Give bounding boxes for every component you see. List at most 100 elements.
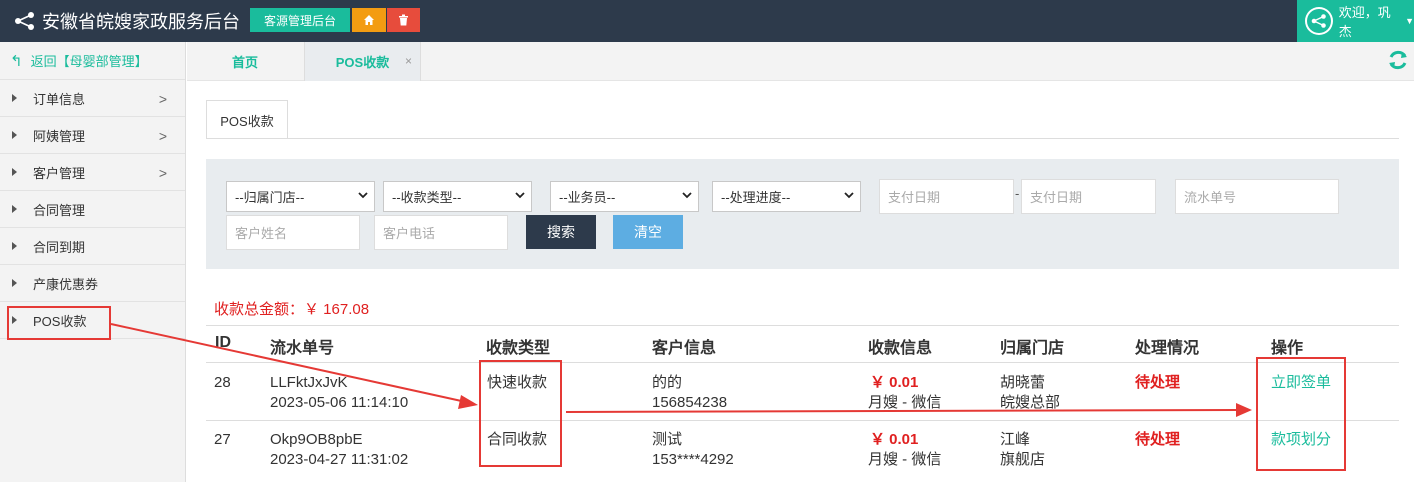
cell-status: 待处理 xyxy=(1135,431,1181,448)
tab-close-icon[interactable]: × xyxy=(405,54,412,68)
sidebar: ↰ 返回【母婴部管理】 订单信息 > 阿姨管理 > 客户管理 > 合同管理 合同到期 … xyxy=(0,42,186,482)
user-avatar xyxy=(1305,7,1333,35)
sales-select-value: --业务员-- xyxy=(559,190,616,205)
col-header-type: 收款类型 xyxy=(486,340,551,357)
cell-time: 2023-04-27 11:31:02 xyxy=(270,451,409,468)
cell-pay-info: 月嫂 - 微信 xyxy=(868,394,942,411)
cell-store-name: 皖嫂总部 xyxy=(1000,394,1061,411)
share-icon xyxy=(15,12,34,30)
back-link-label: 返回【母婴部管理】 xyxy=(30,54,148,69)
sidebar-item-label: 合同管理 xyxy=(33,202,86,218)
cell-pay-info: 月嫂 - 微信 xyxy=(868,451,942,468)
col-header-status: 处理情况 xyxy=(1135,340,1200,357)
total-amount: 收款总金额：￥ 167.08 xyxy=(214,301,370,318)
cell-amount: ￥ 0.01 xyxy=(870,374,919,391)
customer-name-input[interactable]: 客户姓名 xyxy=(226,215,360,250)
top-header: 安徽省皖嫂家政服务后台 客源管理后台 欢迎，巩杰 ▼ xyxy=(0,0,1414,42)
annotation-box-type xyxy=(479,360,562,467)
table-divider xyxy=(206,362,1399,363)
date-from-input[interactable]: 支付日期 xyxy=(879,179,1014,214)
cell-customer-name: 的的 xyxy=(652,374,683,391)
sidebar-item-customers[interactable]: 客户管理 > xyxy=(0,154,185,191)
type-select[interactable]: --收款类型-- xyxy=(383,181,532,212)
refresh-icon[interactable] xyxy=(1386,48,1410,72)
chevron-down-icon xyxy=(844,192,854,199)
cell-customer-phone: 156854238 xyxy=(652,394,728,411)
caret-right-icon xyxy=(12,279,17,287)
chevron-down-icon xyxy=(515,192,525,199)
source-admin-button[interactable]: 客源管理后台 xyxy=(250,8,350,32)
inner-tab-pos[interactable]: POS收款 xyxy=(206,100,288,139)
tab-bar: 首页 POS收款 × xyxy=(187,42,1414,81)
share-icon xyxy=(1311,14,1326,28)
sidebar-item-label: 订单信息 xyxy=(33,91,86,107)
customer-phone-input[interactable]: 客户电话 xyxy=(374,215,508,250)
delete-button[interactable] xyxy=(387,8,420,32)
welcome-text: 欢迎，巩杰 xyxy=(1338,5,1391,39)
app-title: 安徽省皖嫂家政服务后台 xyxy=(42,12,240,32)
col-header-store: 归属门店 xyxy=(1000,340,1065,357)
cell-store-person: 江峰 xyxy=(1000,431,1031,448)
back-link[interactable]: ↰ 返回【母婴部管理】 xyxy=(0,42,185,80)
caret-right-icon xyxy=(12,205,17,213)
cell-customer-name: 测试 xyxy=(652,431,683,448)
home-icon xyxy=(364,15,374,25)
filter-panel xyxy=(206,159,1399,269)
caret-right-icon xyxy=(12,131,17,139)
annotation-arrowhead-1 xyxy=(458,395,478,409)
caret-down-icon: ▼ xyxy=(1405,16,1414,26)
sidebar-item-contracts[interactable]: 合同管理 xyxy=(0,191,185,228)
cell-store-name: 旗舰店 xyxy=(1000,451,1046,468)
cell-store-person: 胡晓蕾 xyxy=(1000,374,1046,391)
col-header-action: 操作 xyxy=(1271,340,1304,357)
home-button[interactable] xyxy=(352,8,386,32)
chevron-down-icon xyxy=(358,192,368,199)
chevron-right-icon: > xyxy=(158,128,167,144)
annotation-box-action xyxy=(1256,357,1346,471)
sidebar-item-label: 合同到期 xyxy=(33,239,86,255)
sales-select[interactable]: --业务员-- xyxy=(550,181,699,212)
sidebar-item-orders[interactable]: 订单信息 > xyxy=(0,80,185,117)
chevron-right-icon: > xyxy=(158,165,167,181)
cell-id: 28 xyxy=(214,374,231,391)
caret-right-icon xyxy=(12,242,17,250)
sidebar-item-coupons[interactable]: 产康优惠券 xyxy=(0,265,185,302)
trash-icon xyxy=(399,14,408,26)
cell-id: 27 xyxy=(214,431,231,448)
sidebar-item-label: 产康优惠券 xyxy=(33,276,99,292)
caret-right-icon xyxy=(12,168,17,176)
col-header-id: ID xyxy=(215,334,231,351)
sidebar-item-nanny[interactable]: 阿姨管理 > xyxy=(0,117,185,154)
serial-input[interactable]: 流水单号 xyxy=(1175,179,1339,214)
cell-customer-phone: 153****4292 xyxy=(652,451,734,468)
reply-icon: ↰ xyxy=(10,52,23,70)
annotation-arrowhead-2 xyxy=(1236,403,1252,417)
col-header-customer: 客户信息 xyxy=(652,340,717,357)
store-select-value: --归属门店-- xyxy=(235,190,305,205)
clear-button[interactable]: 清空 xyxy=(613,215,683,249)
sidebar-item-label: 客户管理 xyxy=(33,165,86,181)
sidebar-item-contract-expiry[interactable]: 合同到期 xyxy=(0,228,185,265)
date-to-input[interactable]: 支付日期 xyxy=(1021,179,1156,214)
store-select[interactable]: --归属门店-- xyxy=(226,181,375,212)
search-button[interactable]: 搜索 xyxy=(526,215,596,249)
progress-select[interactable]: --处理进度-- xyxy=(712,181,861,212)
brand: 安徽省皖嫂家政服务后台 xyxy=(14,0,240,42)
sidebar-item-label: 阿姨管理 xyxy=(33,128,86,144)
type-select-value: --收款类型-- xyxy=(392,190,462,205)
chevron-down-icon xyxy=(682,192,692,199)
annotation-box-sidebar xyxy=(7,306,111,340)
tab-home[interactable]: 首页 xyxy=(187,42,303,81)
col-header-payment: 收款信息 xyxy=(868,340,933,357)
date-separator: - xyxy=(1015,186,1020,201)
user-menu[interactable]: 欢迎，巩杰 ▼ xyxy=(1297,0,1414,42)
cell-amount: ￥ 0.01 xyxy=(870,431,919,448)
divider xyxy=(206,138,1399,139)
cell-status: 待处理 xyxy=(1135,374,1181,391)
table-border xyxy=(206,325,1399,326)
cell-serial: Okp9OB8pbE xyxy=(270,431,363,448)
tab-pos[interactable]: POS收款 xyxy=(304,42,421,81)
progress-select-value: --处理进度-- xyxy=(721,190,791,205)
caret-right-icon xyxy=(12,94,17,102)
cell-time: 2023-05-06 11:14:10 xyxy=(270,394,409,411)
